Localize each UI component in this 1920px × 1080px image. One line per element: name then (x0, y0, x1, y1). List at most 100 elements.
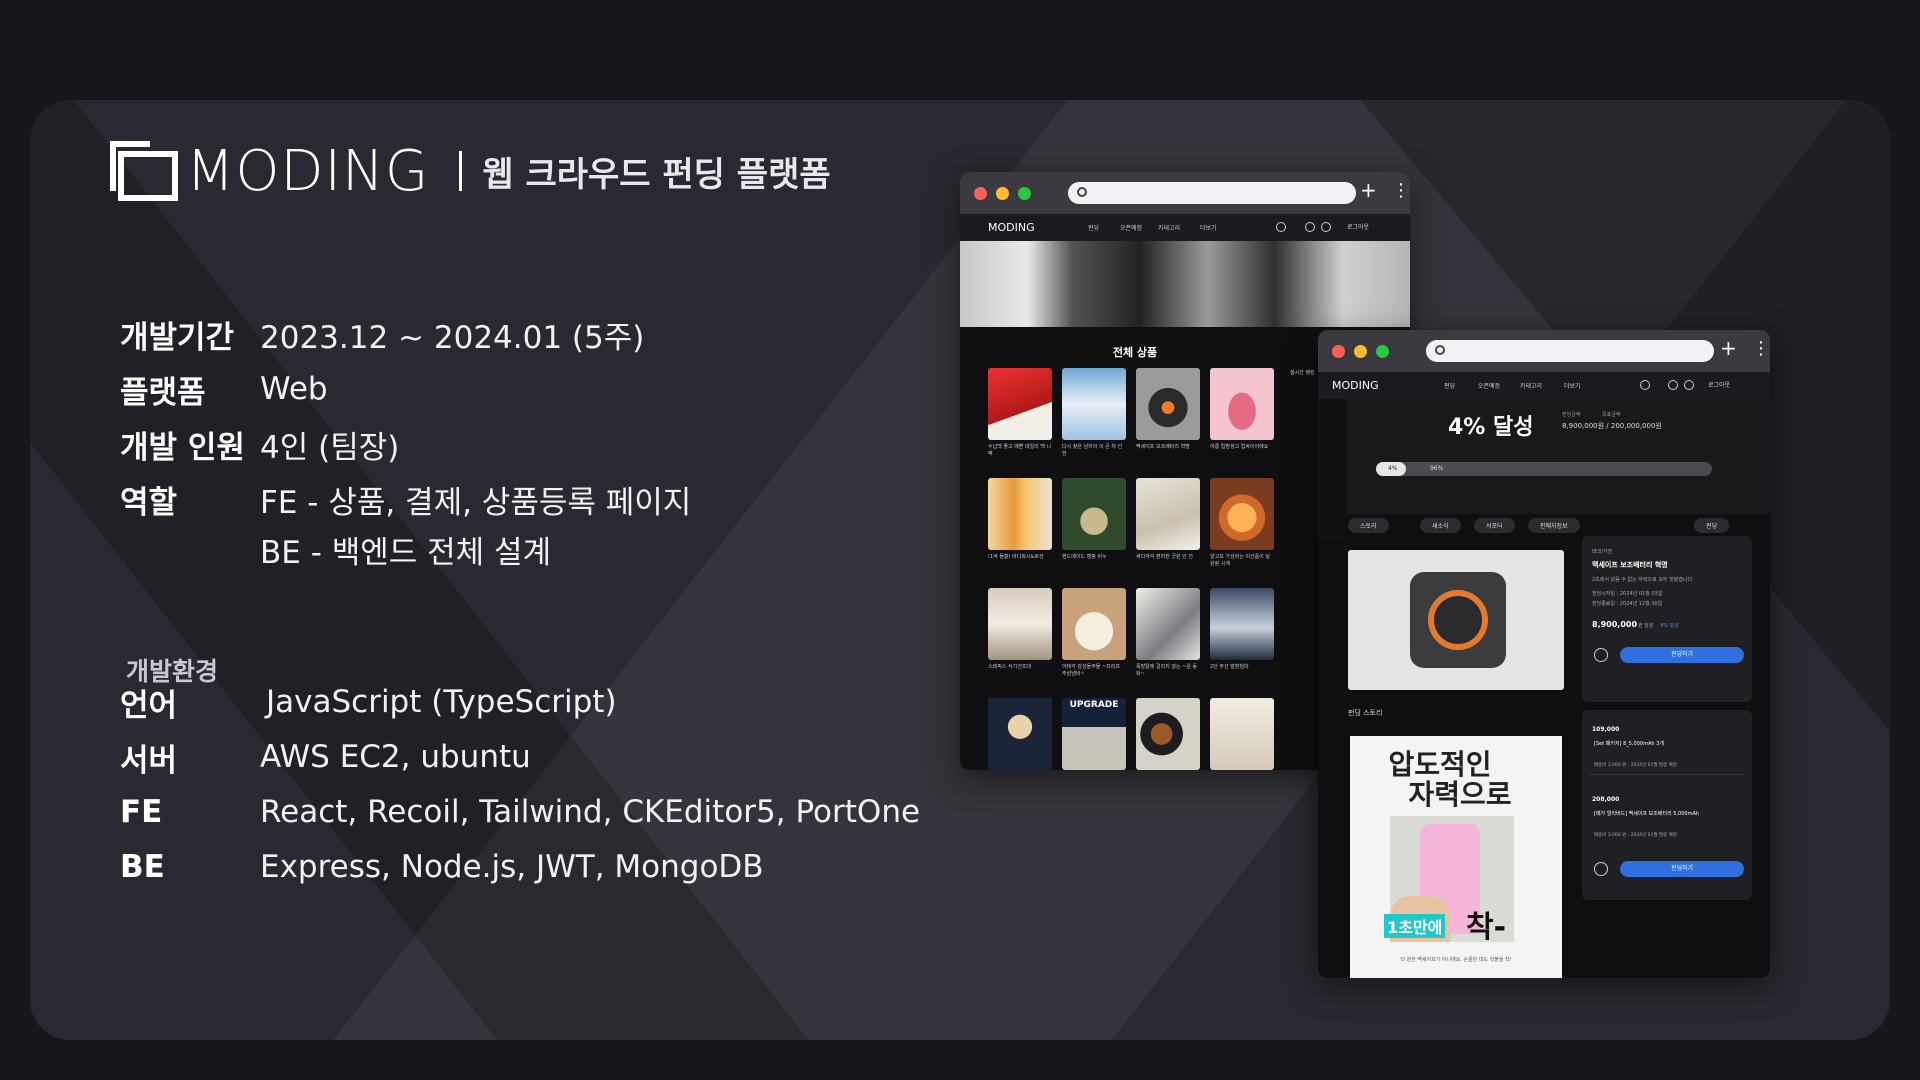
start-date: 펀딩시작일 : 2024년 01월 03일 (1592, 591, 1663, 597)
address-bar[interactable] (1426, 340, 1714, 362)
product-image[interactable] (1210, 478, 1274, 550)
amount-label: 펀딩금액 (1562, 412, 1581, 418)
hero-banner[interactable] (960, 241, 1410, 327)
reward2-title[interactable]: [메가 얼리버드] 맥세이프 보조배터리 5,000mAh (1594, 810, 1699, 817)
product-title[interactable]: 싸다자석 편리한 굿원 단 간 (1136, 554, 1200, 561)
product-image[interactable] (988, 368, 1052, 440)
product-title[interactable]: 푹발탈에 걸리지 않는 ~운 동화~ (1136, 664, 1200, 678)
nav-item-upcoming[interactable]: 오픈예정 (1478, 381, 1500, 390)
nav-logo[interactable]: MODING (1332, 379, 1379, 392)
fund-button[interactable]: 펀딩하기 (1620, 647, 1744, 663)
product-image[interactable] (1210, 588, 1274, 660)
product-title[interactable]: 다시 찾은 남자의 이 큰 차 선한 (1062, 444, 1126, 458)
product-title[interactable]: 여름 립밤생고 립싸이어에요 (1210, 444, 1274, 451)
close-dot-icon[interactable] (1332, 345, 1345, 358)
tab-supporters[interactable]: 서포터 (1474, 518, 1515, 533)
amount-value: 8,900,000원 / 200,000,000원 (1562, 422, 1662, 430)
tab-funding[interactable]: 펀딩 (1694, 518, 1730, 533)
address-bar[interactable] (1068, 182, 1356, 204)
price-percent: 4% 달성 (1660, 623, 1679, 629)
product-title[interactable]: 2단 주선 발받침대 (1210, 664, 1274, 671)
tab-news[interactable]: 새소식 (1420, 518, 1461, 533)
maximize-dot-icon[interactable] (1018, 187, 1031, 200)
nav-item-upcoming[interactable]: 오픈예정 (1120, 223, 1142, 232)
brand-divider (459, 151, 463, 191)
nav-item-more[interactable]: 더보기 (1200, 223, 1217, 232)
product-image[interactable] (1136, 368, 1200, 440)
nav-item-funding[interactable]: 펀딩 (1444, 381, 1455, 390)
like-heart-icon[interactable] (1594, 648, 1608, 662)
product-title[interactable]: 스테픽스 식기건조대 (988, 664, 1052, 671)
product-title[interactable]: 아테각 감성들주물 ~프리프 주삼냄비~ (1062, 664, 1126, 678)
tab-seller-info[interactable]: 판매자정보 (1528, 518, 1580, 533)
browser-window-detail: + ⋮ MODING 펀딩 오픈예정 카테고리 더보기 로그아웃 4% 달성 펀… (1318, 330, 1770, 978)
product-title[interactable]: (1억 돌황) 바디워시&로션 (988, 554, 1052, 561)
minimize-dot-icon[interactable] (996, 187, 1009, 200)
product-image[interactable] (1210, 368, 1274, 440)
heart-icon[interactable] (1305, 222, 1315, 232)
product-image[interactable] (1062, 368, 1126, 440)
reward1-title[interactable]: [Set 패키지] 8_5,000mAh 3개 (1594, 740, 1664, 747)
product-title[interactable]: 수납백 좋고 예쁜 데일리 백 니팩 (988, 444, 1052, 458)
like-heart-icon[interactable] (1594, 862, 1608, 876)
upgrade-label: UPGRADE (1069, 700, 1119, 710)
user-icon[interactable] (1684, 380, 1694, 390)
search-icon[interactable] (1276, 222, 1286, 232)
logout-link[interactable]: 로그아웃 (1708, 380, 1730, 389)
side-ranking-title: 실시간 랭킹 (1290, 370, 1315, 376)
logo-text: MODING (186, 138, 430, 204)
reward1-price[interactable]: 109,000 (1592, 726, 1619, 733)
env-value: AWS EC2, ubuntu (260, 739, 531, 775)
product-image[interactable] (1210, 698, 1274, 770)
nav-logo[interactable]: MODING (988, 221, 1035, 234)
heart-icon[interactable] (1668, 380, 1678, 390)
product-title[interactable]: 알고보 가성비는 이간품이 날 원랑 시계 (1210, 554, 1274, 568)
reward2-price[interactable]: 208,000 (1592, 796, 1619, 803)
search-icon[interactable] (1640, 380, 1650, 390)
rewards-panel: 109,000 [Set 패키지] 8_5,000mAh 3개 배송비 3,00… (1582, 710, 1752, 900)
minimize-dot-icon[interactable] (1354, 345, 1367, 358)
tab-story[interactable]: 스토리 (1348, 518, 1389, 533)
product-image[interactable] (1136, 588, 1200, 660)
info-value: 2023.12 ~ 2024.01 (5주) (260, 319, 645, 356)
story-poster: 압도적인 자력으로 1초만에 착- 더 강한 맥세이프가 아니에요. 손끝만 대… (1350, 736, 1562, 978)
new-tab-icon[interactable]: + (1360, 178, 1377, 202)
reward2-note: 배송비 3,000 원 · 2024년 01월 발송 예정 (1594, 833, 1677, 838)
user-icon[interactable] (1321, 222, 1331, 232)
nav-item-funding[interactable]: 펀딩 (1088, 223, 1099, 232)
grid-title: 전체 상품 (1112, 346, 1158, 359)
product-title: 맥세이프 보조배터리 혁명 (1592, 561, 1668, 569)
product-image[interactable] (988, 478, 1052, 550)
poster-line1: 압도적인 (1388, 748, 1492, 781)
product-image[interactable] (1062, 478, 1126, 550)
product-image[interactable]: UPGRADE (1062, 698, 1126, 770)
product-image[interactable] (1136, 478, 1200, 550)
close-dot-icon[interactable] (974, 187, 987, 200)
site-navbar: MODING 펀딩 오픈예정 카테고리 더보기 로그아웃 (960, 214, 1410, 241)
reward1-note: 배송비 3,000 원 · 2024년 01월 발송 예정 (1594, 763, 1677, 768)
logout-link[interactable]: 로그아웃 (1347, 222, 1369, 231)
price-value: 8,900,000 (1592, 620, 1638, 629)
product-main-image[interactable] (1348, 550, 1564, 690)
nav-item-category[interactable]: 카테고리 (1158, 223, 1180, 232)
poster-big-text: 착- (1466, 910, 1507, 945)
browser-titlebar: + ⋮ (960, 172, 1410, 214)
product-image[interactable] (988, 588, 1052, 660)
more-icon[interactable]: ⋮ (1752, 338, 1770, 359)
ranking-strip (1318, 399, 1346, 539)
more-icon[interactable]: ⋮ (1392, 180, 1410, 201)
info-value: BE - 백엔드 전체 설계 (260, 534, 552, 571)
fund-button-2[interactable]: 펀딩하기 (1620, 861, 1744, 877)
product-image[interactable] (1062, 588, 1126, 660)
new-tab-icon[interactable]: + (1720, 336, 1737, 360)
product-image[interactable] (1136, 698, 1200, 770)
product-title[interactable]: 핸드메이드 캠핑 비누 (1062, 554, 1126, 561)
nav-item-more[interactable]: 더보기 (1564, 381, 1581, 390)
product-title[interactable]: 맥세이프 보조배터리 혁명 (1136, 444, 1200, 451)
maximize-dot-icon[interactable] (1376, 345, 1389, 358)
nav-item-category[interactable]: 카테고리 (1520, 381, 1542, 390)
info-value: 4인 (팀장) (260, 429, 400, 466)
progress-track (1376, 462, 1712, 476)
site-navbar: MODING 펀딩 오픈예정 카테고리 더보기 로그아웃 (1318, 372, 1770, 399)
product-image[interactable] (988, 698, 1052, 770)
